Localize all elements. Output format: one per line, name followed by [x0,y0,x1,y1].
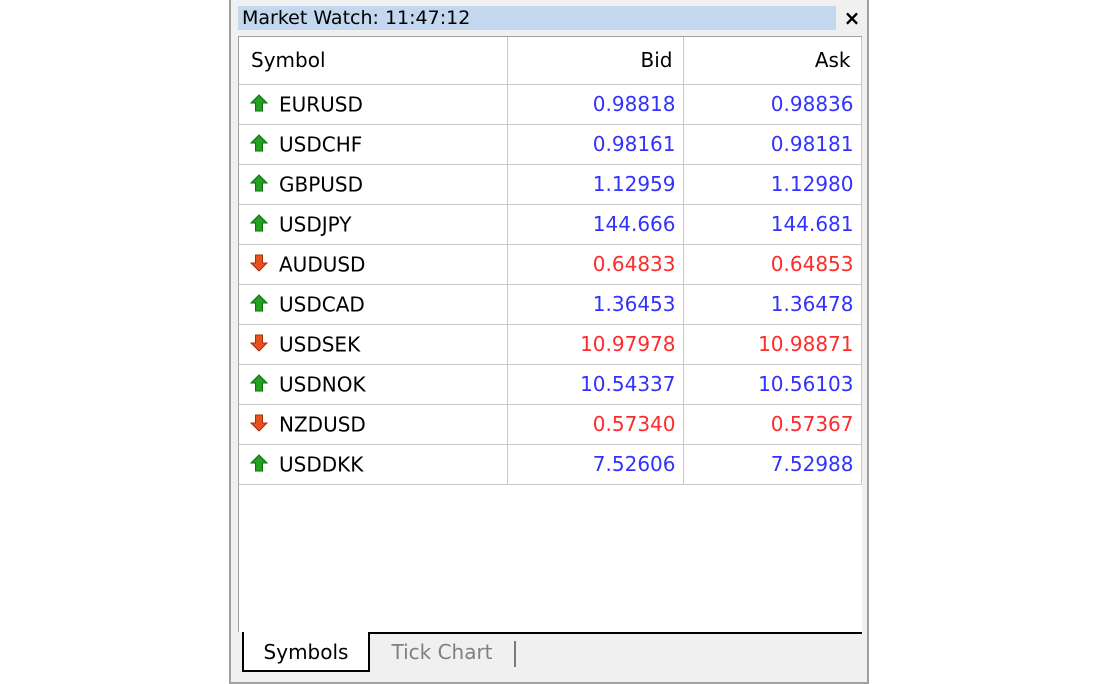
quotes-table: Symbol Bid Ask EURUSD 0.98818 0.98836 USDCH… [239,37,862,485]
symbol-name: USDCHF [279,132,363,157]
table-row[interactable]: GBPUSD 1.12959 1.12980 [239,164,862,205]
symbol-cell[interactable]: NZDUSD [239,404,508,445]
ask-cell: 0.57367 [683,404,862,445]
column-header-bid[interactable]: Bid [507,37,684,85]
table-row[interactable]: USDCHF 0.98161 0.98181 [239,124,862,165]
ask-cell: 10.56103 [683,364,862,405]
ask-cell: 10.98871 [683,324,862,365]
market-watch-window: Market Watch: 11:47:12 × Symbol Bid Ask … [229,0,869,684]
symbol-name: AUDUSD [279,252,366,277]
arrow-up-icon [249,134,269,152]
window-title[interactable]: Market Watch: 11:47:12 [238,6,836,30]
ask-cell: 0.64853 [683,244,862,285]
column-header-symbol[interactable]: Symbol [239,37,508,85]
table-row[interactable]: USDCAD 1.36453 1.36478 [239,284,862,325]
ask-cell: 0.98836 [683,84,862,125]
quotes-panel: Symbol Bid Ask EURUSD 0.98818 0.98836 USDCH… [238,36,862,632]
bid-cell: 1.36453 [507,284,684,325]
arrow-up-icon [249,214,269,232]
arrow-up-icon [249,174,269,192]
table-row[interactable]: EURUSD 0.98818 0.98836 [239,84,862,125]
tab-tick-chart[interactable]: Tick Chart [376,632,508,672]
arrow-up-icon [249,294,269,312]
arrow-down-icon [249,254,269,272]
table-header-row: Symbol Bid Ask [239,37,862,85]
bid-cell: 0.64833 [507,244,684,285]
symbol-name: NZDUSD [279,412,366,437]
symbol-cell[interactable]: USDJPY [239,204,508,245]
symbol-cell[interactable]: USDCHF [239,124,508,165]
table-row[interactable]: USDSEK 10.97978 10.98871 [239,324,862,365]
bid-cell: 10.54337 [507,364,684,405]
bid-cell: 10.97978 [507,324,684,365]
symbol-cell[interactable]: USDNOK [239,364,508,405]
symbol-cell[interactable]: AUDUSD [239,244,508,285]
tab-symbols[interactable]: Symbols [242,632,370,672]
bid-cell: 0.57340 [507,404,684,445]
arrow-down-icon [249,414,269,432]
table-row[interactable]: NZDUSD 0.57340 0.57367 [239,404,862,445]
symbol-name: USDSEK [279,332,361,357]
ask-cell: 144.681 [683,204,862,245]
arrow-down-icon [249,334,269,352]
symbol-cell[interactable]: USDSEK [239,324,508,365]
table-row[interactable]: USDNOK 10.54337 10.56103 [239,364,862,405]
symbol-cell[interactable]: USDDKK [239,444,508,485]
quote-rows: EURUSD 0.98818 0.98836 USDCHF 0.98161 0.98181… [239,84,862,485]
bid-cell: 144.666 [507,204,684,245]
symbol-name: GBPUSD [279,172,364,197]
bid-cell: 1.12959 [507,164,684,205]
bid-cell: 7.52606 [507,444,684,485]
table-row[interactable]: USDDKK 7.52606 7.52988 [239,444,862,485]
arrow-up-icon [249,374,269,392]
symbol-cell[interactable]: GBPUSD [239,164,508,205]
symbol-name: EURUSD [279,92,363,117]
arrow-up-icon [249,454,269,472]
bid-cell: 0.98161 [507,124,684,165]
table-row[interactable]: AUDUSD 0.64833 0.64853 [239,244,862,285]
ask-cell: 0.98181 [683,124,862,165]
tab-separator [514,641,516,667]
symbol-name: USDNOK [279,372,366,397]
symbol-cell[interactable]: USDCAD [239,284,508,325]
ask-cell: 1.36478 [683,284,862,325]
symbol-name: USDCAD [279,292,365,317]
close-button[interactable]: × [841,6,863,30]
column-header-ask[interactable]: Ask [683,37,862,85]
tab-strip: Symbols Tick Chart [238,632,862,676]
symbol-name: USDDKK [279,452,364,477]
arrow-up-icon [249,94,269,112]
symbol-name: USDJPY [279,212,352,237]
ask-cell: 1.12980 [683,164,862,205]
bid-cell: 0.98818 [507,84,684,125]
symbol-cell[interactable]: EURUSD [239,84,508,125]
table-row[interactable]: USDJPY 144.666 144.681 [239,204,862,245]
ask-cell: 7.52988 [683,444,862,485]
